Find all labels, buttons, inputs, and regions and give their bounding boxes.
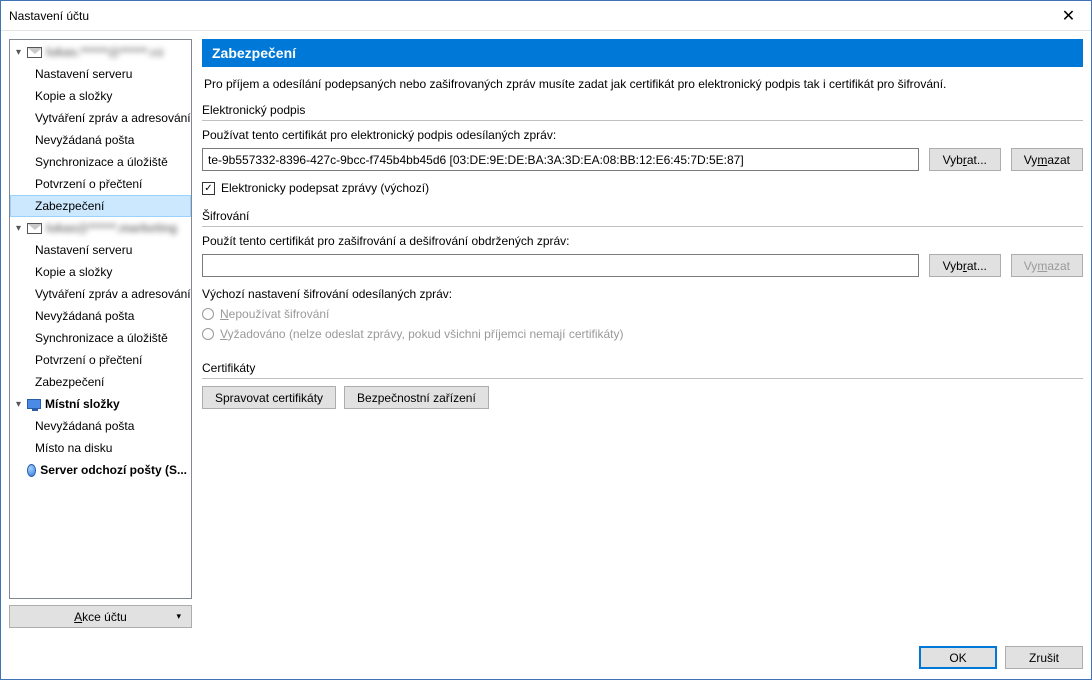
certificates-group-label: Certifikáty [202,361,1083,379]
ok-button[interactable]: OK [919,646,997,669]
sign-default-checkbox[interactable]: ✓ [202,182,215,195]
caret-down-icon: ▾ [176,611,181,622]
signing-group-label: Elektronický podpis [202,103,1083,121]
encryption-field-label: Použít tento certifikát pro zašifrování … [202,234,1083,248]
mail-icon [27,47,42,58]
encryption-clear-button: Vymazat [1011,254,1083,277]
certificates-group: Certifikáty Spravovat certifikáty Bezpeč… [202,361,1083,409]
security-devices-button[interactable]: Bezpečnostní zařízení [344,386,489,409]
local-folders-node[interactable]: Místní složky [10,393,191,415]
sidebar-item-compose[interactable]: Vytváření zpráv a adresování [10,283,191,305]
sidebar-item-receipts[interactable]: Potvrzení o přečtení [10,173,191,195]
encryption-group: Šifrování Použít tento certifikát pro za… [202,209,1083,347]
sidebar-item-security[interactable]: Zabezpečení [10,371,191,393]
signing-group: Elektronický podpis Používat tento certi… [202,103,1083,195]
encryption-default-label: Výchozí nastavení šifrování odesílaných … [202,287,1083,301]
signing-cert-field[interactable] [202,148,919,171]
twisty-icon[interactable] [16,47,27,58]
cancel-button[interactable]: Zrušit [1005,646,1083,669]
sidebar-item-disk[interactable]: Místo na disku [10,437,191,459]
globe-icon [27,464,36,477]
account-settings-window: Nastavení účtu ✕ lukas.******@******.cz … [0,0,1092,680]
sidebar-item-copies[interactable]: Kopie a složky [10,261,191,283]
smtp-node[interactable]: Server odchozí pošty (S... [10,459,191,481]
sidebar-item-server[interactable]: Nastavení serveru [10,239,191,261]
sidebar-item-receipts[interactable]: Potvrzení o přečtení [10,349,191,371]
sidebar-item-security[interactable]: Zabezpečení [10,195,191,217]
sidebar-item-junk[interactable]: Nevyžádaná pošta [10,129,191,151]
dialog-footer: OK Zrušit [1,636,1091,679]
account-tree[interactable]: lukas.******@******.cz Nastavení serveru… [9,39,192,599]
radio-icon [202,308,214,320]
smtp-label: Server odchozí pošty (S... [40,463,187,477]
radio-require-encrypt: Vyžadováno (nelze odeslat zprávy, pokud … [202,327,1083,341]
sidebar: lukas.******@******.cz Nastavení serveru… [9,39,192,628]
account-node-2[interactable]: lukas@******.marketing [10,217,191,239]
panel-intro: Pro příjem a odesílání podepsaných nebo … [202,67,1083,103]
sidebar-item-sync[interactable]: Synchronizace a úložiště [10,327,191,349]
sidebar-item-compose[interactable]: Vytváření zpráv a adresování [10,107,191,129]
radio-never-encrypt: Nepoužívat šifrování [202,307,1083,321]
radio-icon [202,328,214,340]
encryption-group-label: Šifrování [202,209,1083,227]
mail-icon [27,223,42,234]
account-label: lukas.******@******.cz [46,45,164,59]
account-node-1[interactable]: lukas.******@******.cz [10,41,191,63]
signing-clear-button[interactable]: Vymazat [1011,148,1083,171]
sidebar-item-sync[interactable]: Synchronizace a úložiště [10,151,191,173]
account-actions-button[interactable]: Akce účtu ▾ [9,605,192,628]
close-button[interactable]: ✕ [1046,1,1091,30]
window-title: Nastavení účtu [1,9,1046,23]
account-label: lukas@******.marketing [46,221,177,235]
titlebar: Nastavení účtu ✕ [1,1,1091,31]
sidebar-item-junk[interactable]: Nevyžádaná pošta [10,305,191,327]
manage-certs-button[interactable]: Spravovat certifikáty [202,386,336,409]
sidebar-item-junk[interactable]: Nevyžádaná pošta [10,415,191,437]
twisty-icon[interactable] [16,223,27,234]
local-folders-label: Místní složky [45,397,120,411]
signing-field-label: Používat tento certifikát pro elektronic… [202,128,1083,142]
monitor-icon [27,399,41,409]
signing-select-button[interactable]: Vybrat... [929,148,1001,171]
content-panel: Zabezpečení Pro příjem a odesílání podep… [202,39,1083,628]
panel-heading: Zabezpečení [202,39,1083,67]
twisty-icon[interactable] [16,399,27,410]
encryption-select-button[interactable]: Vybrat... [929,254,1001,277]
sidebar-item-server[interactable]: Nastavení serveru [10,63,191,85]
sign-default-label: Elektronicky podepsat zprávy (výchozí) [221,181,429,195]
account-actions-label: kce účtu [82,610,127,624]
sidebar-item-copies[interactable]: Kopie a složky [10,85,191,107]
encryption-cert-field[interactable] [202,254,919,277]
